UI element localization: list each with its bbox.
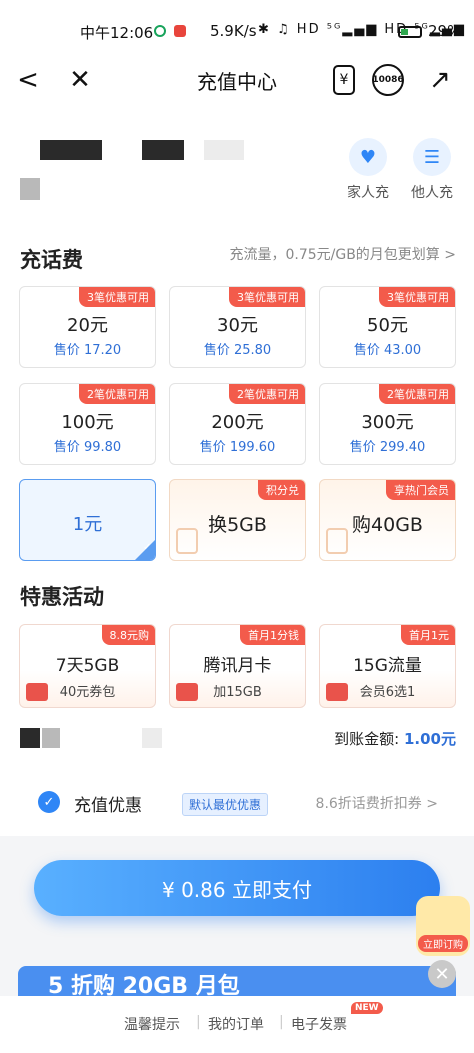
redacted-phone-number	[142, 140, 184, 160]
amount-value: 30元	[217, 315, 258, 336]
family-heart-icon: ♥	[349, 138, 387, 176]
discount-tag: 3笔优惠可用	[229, 287, 305, 307]
amount-card-100[interactable]: 2笔优惠可用 100元 售价 99.80	[19, 383, 156, 465]
topup-title: 充话费	[20, 248, 83, 272]
amount-price: 售价 43.00	[353, 343, 422, 358]
amount-value: 50元	[367, 315, 408, 336]
points-tag: 积分兑	[258, 480, 305, 500]
deal-title: 腾讯月卡	[203, 656, 272, 676]
discount-tag: 3笔优惠可用	[79, 287, 155, 307]
share-icon[interactable]: ↗	[422, 62, 458, 98]
amount-price: 售价 25.80	[203, 343, 272, 358]
service-10086-icon: 10086	[372, 64, 404, 96]
redacted-info	[20, 178, 40, 200]
amount-price: 售价 17.20	[53, 343, 122, 358]
deal-subtitle: 加15GB	[213, 685, 262, 700]
others-recharge-label: 他人充	[411, 185, 453, 201]
amount-price: 售价 199.60	[199, 440, 276, 455]
recharge-panel: 充话费 充流量，0.75元/GB的月包更划算 > 3笔优惠可用 20元 售价 1…	[0, 226, 474, 836]
close-icon[interactable]: ✕	[428, 960, 456, 988]
discount-tag: 3笔优惠可用	[379, 287, 455, 307]
amount-card-200[interactable]: 2笔优惠可用 200元 售价 199.60	[169, 383, 306, 465]
redacted-info	[142, 728, 162, 748]
default-best-badge: 默认最优优惠	[182, 793, 269, 816]
pay-now-button[interactable]: ¥ 0.86 立即支付	[34, 860, 440, 916]
checkbox-checked-icon[interactable]: ✓	[38, 791, 60, 813]
status-time: 中午12:06	[80, 24, 154, 42]
family-recharge-label: 家人充	[347, 185, 389, 201]
amount-value: 300元	[361, 412, 414, 433]
selected-check-icon	[135, 540, 155, 560]
others-recharge-button[interactable]: ☰ 他人充	[402, 138, 462, 202]
redacted-info	[20, 728, 40, 748]
deal-subtitle: 40元券包	[59, 685, 116, 700]
discount-tag: 2笔优惠可用	[229, 384, 305, 404]
deal-title: 15G流量	[353, 656, 422, 676]
promo-banner[interactable]: 5 折购 20GB 月包	[18, 966, 456, 996]
amount-value: 20元	[67, 315, 108, 336]
arrival-value: 1.00元	[403, 730, 456, 748]
coupon-selector[interactable]: 8.6折话费折扣券 >	[316, 793, 438, 813]
notification-icon	[174, 25, 186, 37]
float-promo-label: 立即订购	[418, 935, 468, 952]
battery-percent: 29%	[428, 22, 462, 40]
nav-bar: < ✕ 充值中心 ¥ 10086 ↗	[0, 56, 474, 104]
e-invoice-link[interactable]: 电子发票	[291, 1014, 347, 1034]
family-recharge-button[interactable]: ♥ 家人充	[338, 138, 398, 202]
redacted-phone-number	[40, 140, 102, 160]
amount-value: 100元	[61, 412, 114, 433]
amount-card-30[interactable]: 3笔优惠可用 30元 售价 25.80	[169, 286, 306, 368]
tips-link[interactable]: 温馨提示	[124, 1014, 180, 1034]
amount-card-50[interactable]: 3笔优惠可用 50元 售价 43.00	[319, 286, 456, 368]
amount-card-20[interactable]: 3笔优惠可用 20元 售价 17.20	[19, 286, 156, 368]
redacted-phone-number	[204, 140, 244, 160]
phone-bill-icon: ¥	[333, 65, 355, 95]
deal-card-tencent[interactable]: 首月1分钱 腾讯月卡 加15GB	[169, 624, 306, 708]
account-section: ♥ 家人充 ☰ 他人充	[0, 104, 474, 226]
discount-label: 充值优惠	[74, 796, 142, 816]
amount-card-1-selected[interactable]: 1元	[19, 479, 156, 561]
divider: |	[196, 1014, 201, 1030]
contacts-icon: ☰	[413, 138, 451, 176]
amount-value: 200元	[211, 412, 264, 433]
exchange-value: 换5GB	[208, 514, 267, 536]
amount-value: 1元	[72, 514, 103, 535]
discount-tag: 2笔优惠可用	[379, 384, 455, 404]
member-bundle-card[interactable]: 享热门会员 购40GB	[319, 479, 456, 561]
phone-bill-button[interactable]: ¥	[326, 62, 362, 98]
points-exchange-card[interactable]: 积分兑 换5GB	[169, 479, 306, 561]
flow-package-link[interactable]: 充流量，0.75元/GB的月包更划算 >	[229, 244, 456, 264]
wechat-icon	[154, 25, 166, 37]
discount-option[interactable]: ✓ 充值优惠 默认最优优惠 8.6折话费折扣券 >	[18, 769, 456, 833]
service-10086-button[interactable]: 10086	[370, 62, 406, 98]
bundle-value: 购40GB	[352, 514, 423, 536]
divider: |	[279, 1014, 284, 1030]
arrival-label: 到账金额:	[334, 730, 404, 748]
new-badge: NEW	[351, 1002, 383, 1014]
my-orders-link[interactable]: 我的订单	[208, 1014, 264, 1034]
discount-tag: 2笔优惠可用	[79, 384, 155, 404]
deals-title: 特惠活动	[20, 585, 104, 609]
status-bar: 中午12:06 5.9K/s ✱ ♫ HD ⁵ᴳ▂▄▆ HD ⁵ᴳ▂▄▆ 29%	[0, 0, 474, 56]
deal-subtitle: 会员6选1	[359, 685, 416, 700]
amount-card-300[interactable]: 2笔优惠可用 300元 售价 299.40	[319, 383, 456, 465]
amount-price: 售价 99.80	[53, 440, 122, 455]
deal-tag: 8.8元购	[101, 625, 155, 645]
amount-price: 售价 299.40	[349, 440, 426, 455]
footer-links: 温馨提示 | 我的订单 | 电子发票 NEW	[0, 996, 474, 1053]
float-promo-button[interactable]: 立即订购	[416, 896, 470, 956]
deal-card-15g[interactable]: 首月1元 15G流量 会员6选1	[319, 624, 456, 708]
deal-tag: 首月1元	[401, 625, 455, 645]
deal-title: 7天5GB	[55, 656, 120, 676]
network-speed: 5.9K/s	[210, 22, 257, 40]
deal-card-7day[interactable]: 8.8元购 7天5GB 40元券包	[19, 624, 156, 708]
deal-tag: 首月1分钱	[240, 625, 305, 645]
arrival-amount: 到账金额: 1.00元	[334, 728, 456, 749]
battery-icon	[398, 22, 422, 40]
member-tag: 享热门会员	[386, 480, 455, 500]
redacted-info	[42, 728, 60, 748]
